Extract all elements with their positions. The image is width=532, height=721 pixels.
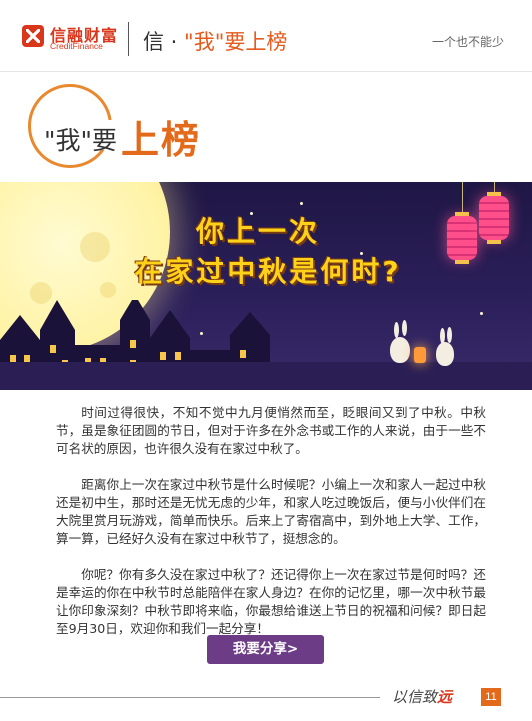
header-rule [0, 71, 532, 72]
header-divider [128, 22, 129, 56]
rabbit-icon [390, 337, 410, 363]
lamp-icon [414, 347, 426, 363]
section-title-big: 上榜 [121, 118, 202, 162]
header-title-main: "我"要上榜 [184, 30, 288, 54]
header-slogan: 一个也不能少 [431, 35, 504, 49]
paragraph: 时间过得很快，不知不觉中九月便悄然而至，眨眼间又到了中秋。中秋节，虽是象征团圆的… [56, 405, 486, 456]
page-number: 11 [481, 688, 501, 706]
banner-ground [0, 362, 532, 390]
banner-headline-line1: 你上一次 [195, 215, 320, 248]
brand-logo-icon [22, 25, 44, 47]
mid-autumn-banner: 你上一次 在家过中秋是何时? [0, 182, 532, 390]
page-header: 信融财富 CreditFinance 信 · "我"要上榜 一个也不能少 [0, 0, 532, 72]
section-title: "我"要 上榜 [44, 105, 199, 162]
footer-slogan-text: 以信致 [392, 688, 438, 706]
footer-rule [0, 697, 380, 698]
rabbit-icon [436, 342, 454, 366]
article-body: 时间过得很快，不知不觉中九月便悄然而至，眨眼间又到了中秋。中秋节，虽是象征团圆的… [56, 404, 486, 656]
share-button[interactable]: 我要分享> [207, 635, 324, 664]
paragraph: 距离你上一次在家过中秋节是什么时候呢？小编上一次和家人一起过中秋还是初中生，那时… [56, 477, 486, 546]
lantern-icon [447, 212, 477, 264]
section-title-small: "我"要 [44, 126, 117, 155]
header-title: 信 · "我"要上榜 [143, 26, 287, 56]
paragraph: 你呢？你有多久没在家过中秋了？还记得你上一次在家过节是何时吗？还是幸运的你在中秋… [56, 567, 486, 636]
brand-name-en: CreditFinance [50, 41, 103, 51]
header-title-prefix: 信 · [143, 30, 185, 54]
lantern-icon [479, 192, 509, 244]
footer-slogan-accent: 远 [437, 688, 453, 706]
footer-slogan: 以信致远 [392, 686, 452, 707]
